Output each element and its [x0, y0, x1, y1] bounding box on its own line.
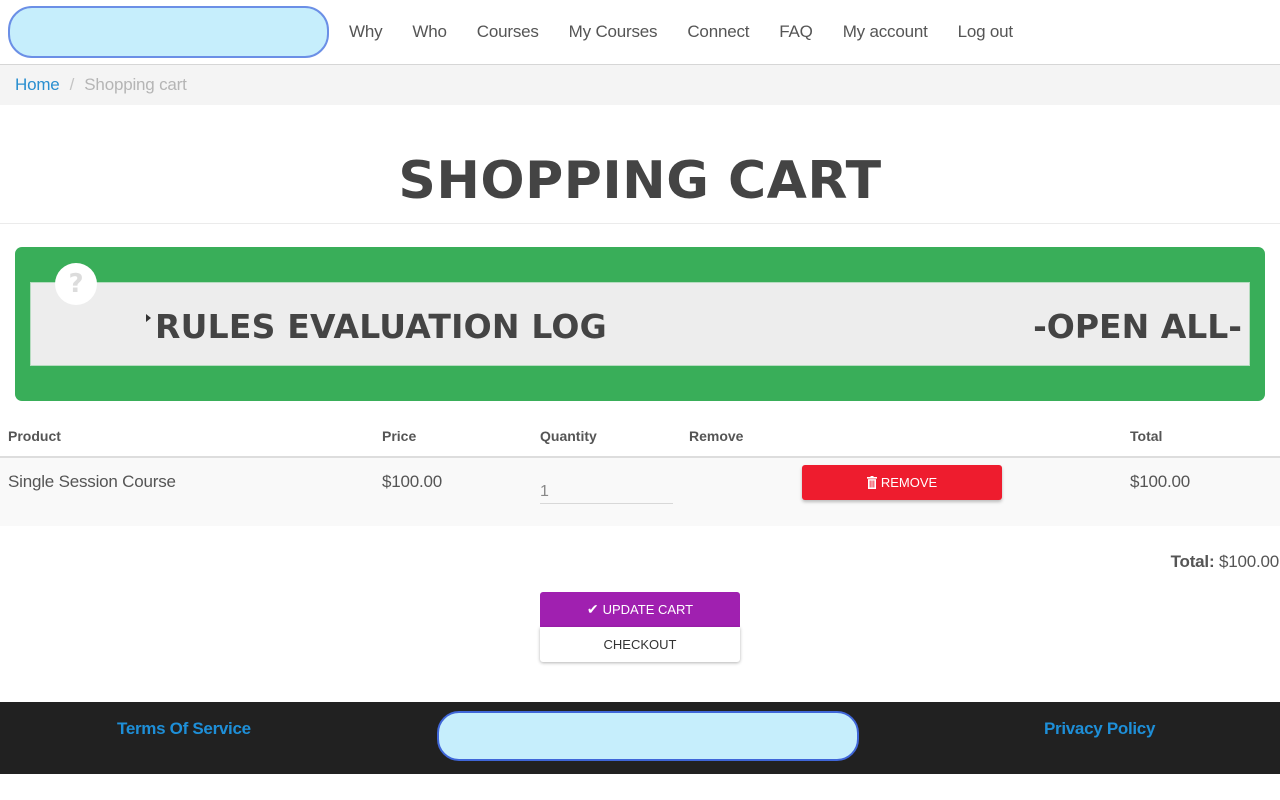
- page-title: SHOPPING CART: [398, 151, 882, 211]
- footer: Terms Of Service Privacy Policy: [0, 702, 1280, 774]
- nav-item-log-out[interactable]: Log out: [943, 22, 1028, 42]
- cart-total-label: Total:: [1170, 552, 1215, 571]
- column-header-price: Price: [382, 428, 417, 444]
- remove-button-label: REMOVE: [880, 475, 938, 490]
- checkout-button[interactable]: CHECKOUT: [540, 627, 740, 662]
- cart-table: Product Price Quantity Remove Total Sing…: [0, 412, 1280, 526]
- caret-right-icon[interactable]: [146, 314, 151, 322]
- rules-evaluation-title[interactable]: RULES EVALUATION LOG: [155, 307, 607, 347]
- nav-item-why[interactable]: Why: [334, 22, 397, 42]
- nav-item-courses[interactable]: Courses: [462, 22, 554, 42]
- nav-item-my-account[interactable]: My account: [828, 22, 943, 42]
- top-navbar: Why Who Courses My Courses Connect FAQ M…: [0, 0, 1280, 65]
- nav-item-my-courses[interactable]: My Courses: [554, 22, 673, 42]
- column-header-total: Total: [1130, 428, 1163, 444]
- row-total: $100.00: [1130, 472, 1191, 491]
- main-nav: Why Who Courses My Courses Connect FAQ M…: [334, 0, 1028, 64]
- column-header-product: Product: [8, 428, 61, 444]
- update-cart-button[interactable]: ✔ UPDATE CART: [540, 592, 740, 627]
- rules-evaluation-header[interactable]: RULES EVALUATION LOG -OPEN ALL-: [30, 282, 1250, 366]
- product-price: $100.00: [382, 472, 443, 491]
- breadcrumb-current: Shopping cart: [84, 75, 187, 94]
- update-cart-label: UPDATE CART: [602, 602, 694, 617]
- column-header-remove: Remove: [689, 428, 744, 444]
- column-header-quantity: Quantity: [540, 428, 597, 444]
- footer-logo[interactable]: [437, 711, 859, 761]
- help-icon[interactable]: ?: [55, 263, 97, 305]
- privacy-policy-link[interactable]: Privacy Policy: [1044, 719, 1155, 739]
- breadcrumb: Home / Shopping cart: [0, 65, 1280, 105]
- open-all-link[interactable]: -OPEN ALL-: [1033, 307, 1242, 347]
- cart-total: Total: $100.00: [1170, 552, 1280, 572]
- nav-item-connect[interactable]: Connect: [672, 22, 764, 42]
- rules-evaluation-panel: RULES EVALUATION LOG -OPEN ALL- ?: [15, 247, 1265, 401]
- quantity-input[interactable]: [540, 472, 673, 504]
- site-logo[interactable]: [8, 6, 329, 58]
- nav-item-who[interactable]: Who: [397, 22, 461, 42]
- cart-total-value: $100.00: [1218, 552, 1279, 571]
- nav-item-faq[interactable]: FAQ: [764, 22, 827, 42]
- trash-icon: [866, 476, 877, 489]
- remove-button[interactable]: REMOVE: [802, 465, 1002, 500]
- table-row: Single Session Course $100.00 REMOVE $10…: [0, 458, 1280, 526]
- breadcrumb-separator: /: [69, 75, 75, 94]
- page-title-section: SHOPPING CART: [0, 105, 1280, 224]
- terms-of-service-link[interactable]: Terms Of Service: [117, 719, 251, 739]
- checkmark-icon: ✔: [586, 601, 599, 617]
- product-name: Single Session Course: [8, 472, 176, 491]
- table-header: Product Price Quantity Remove Total: [0, 412, 1280, 458]
- breadcrumb-home-link[interactable]: Home: [15, 75, 60, 95]
